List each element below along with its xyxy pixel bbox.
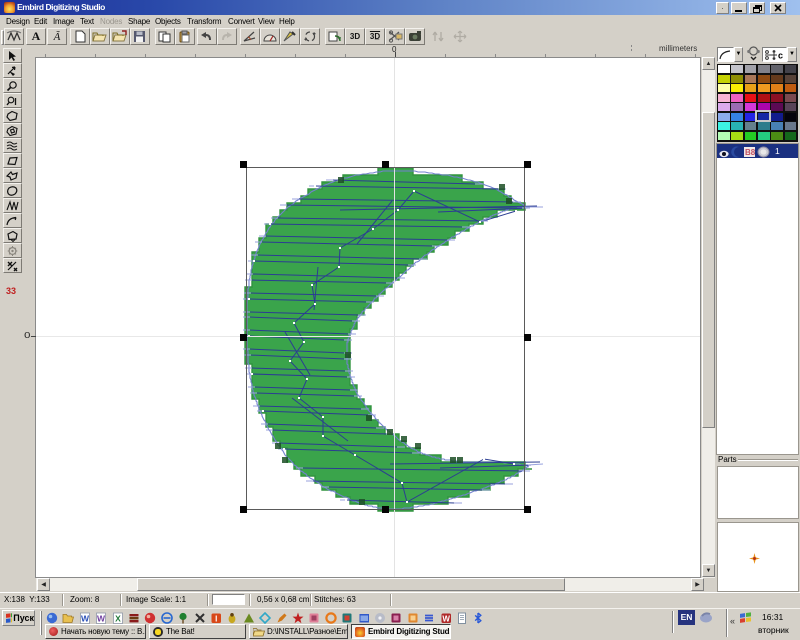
svg-text:W: W — [97, 614, 106, 624]
svg-text:W: W — [81, 614, 90, 624]
svg-text:I: I — [215, 614, 217, 623]
svg-text:B8: B8 — [745, 148, 756, 157]
svg-text:c: c — [778, 51, 783, 61]
svg-text:X: X — [115, 614, 121, 624]
svg-text:W: W — [442, 614, 450, 623]
